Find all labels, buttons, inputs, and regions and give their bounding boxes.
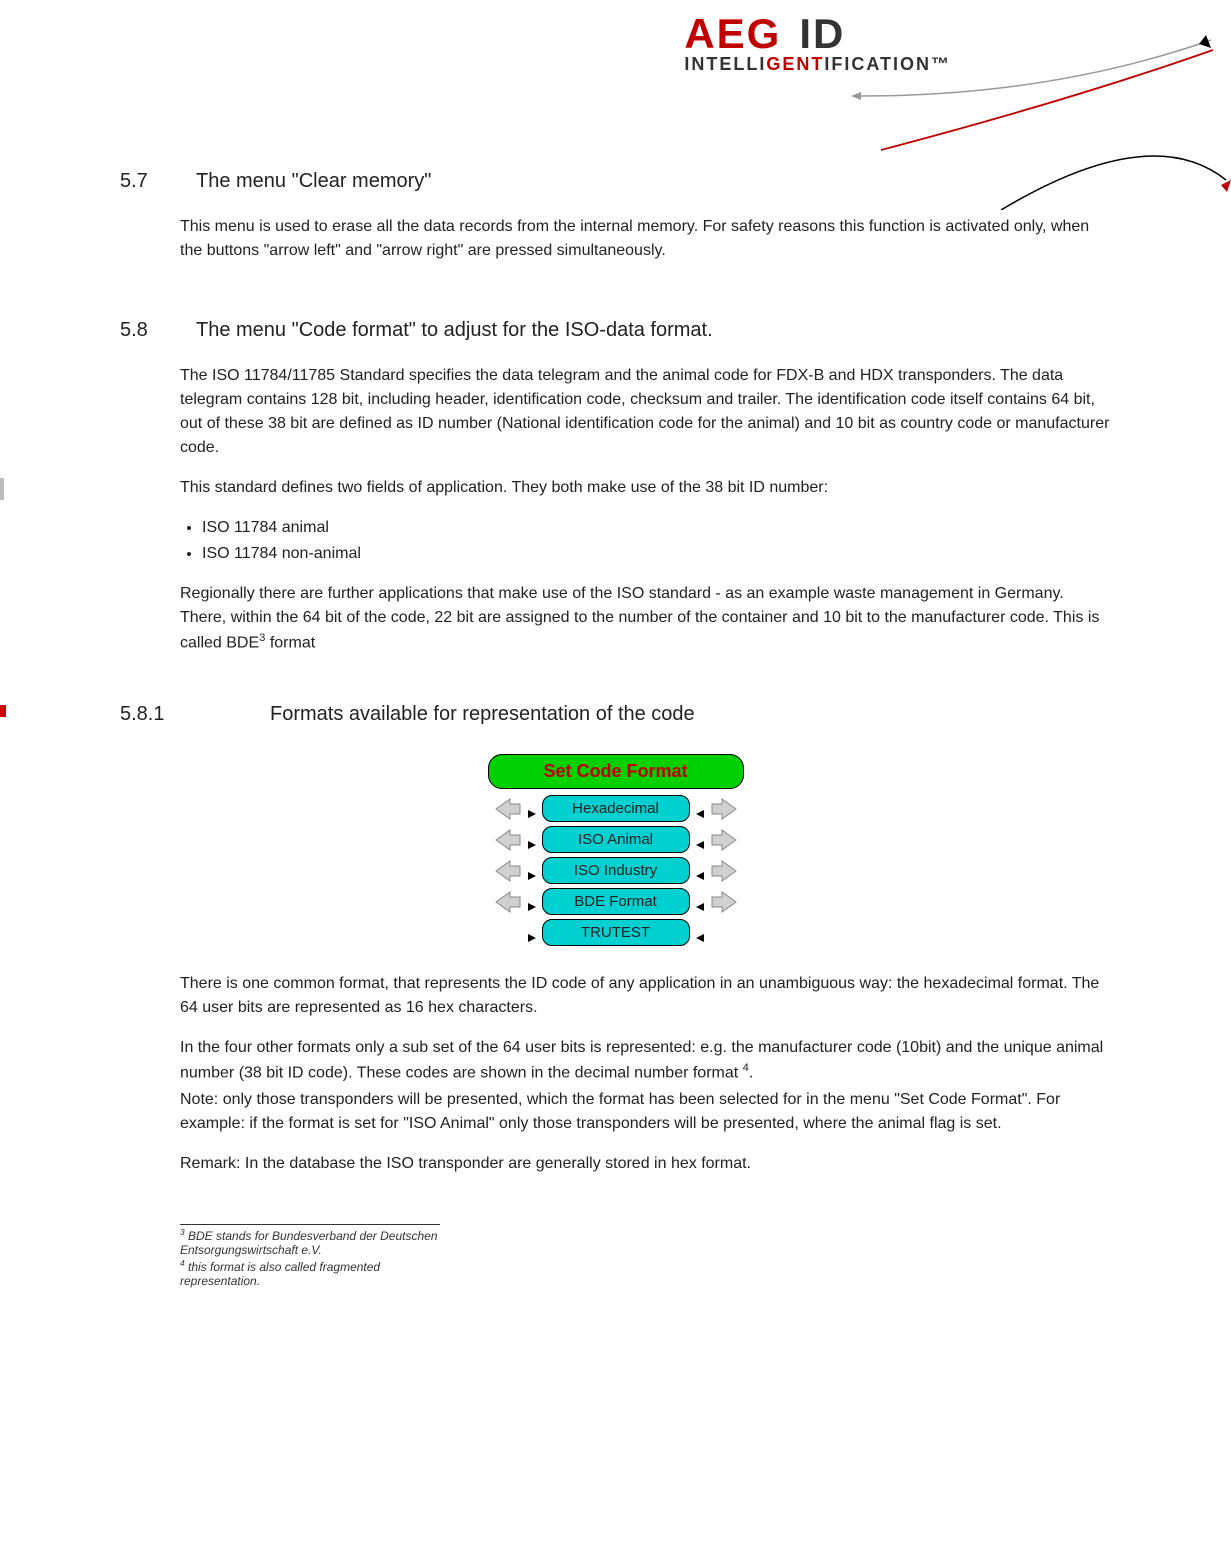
heading-number: 5.8.1	[120, 703, 180, 726]
diagram-row: ISO Animal	[466, 826, 766, 853]
heading-number: 5.7	[120, 170, 170, 193]
logo-brand: AEG	[684, 14, 781, 54]
diagram-row: BDE Format	[466, 888, 766, 915]
heading-title: The menu "Code format" to adjust for the…	[196, 319, 713, 342]
code-format-diagram: Set Code Format Hexadecimal ISO Animal	[466, 754, 766, 946]
diagram-row: ISO Industry	[466, 857, 766, 884]
connector-tick	[528, 898, 536, 906]
bullet-list: ISO 11784 animal ISO 11784 non-animal	[180, 516, 1111, 566]
right-arrow-icon	[710, 827, 740, 853]
paragraph: In the four other formats only a sub set…	[180, 1036, 1111, 1085]
connector-tick	[696, 836, 704, 844]
heading-title: Formats available for representation of …	[270, 703, 695, 726]
heading-5-8-1: 5.8.1 Formats available for representati…	[120, 703, 1111, 726]
connector-tick	[528, 805, 536, 813]
diagram-row: TRUTEST	[466, 919, 766, 946]
diagram-header: Set Code Format	[488, 754, 744, 789]
paragraph: There is one common format, that represe…	[180, 972, 1111, 1020]
left-arrow-icon	[492, 827, 522, 853]
diagram-option: TRUTEST	[542, 919, 690, 946]
margin-mark	[0, 478, 4, 500]
list-item: ISO 11784 animal	[202, 516, 1111, 540]
diagram-option: BDE Format	[542, 888, 690, 915]
logo-id: ID	[799, 14, 845, 54]
footnote-3: 3 BDE stands for Bundesverband der Deuts…	[180, 1227, 440, 1257]
paragraph: This standard defines two fields of appl…	[180, 476, 1111, 500]
paragraph: The ISO 11784/11785 Standard specifies t…	[180, 364, 1111, 460]
paragraph: This menu is used to erase all the data …	[180, 215, 1111, 263]
decorative-swoosh	[851, 30, 1231, 210]
connector-tick	[696, 898, 704, 906]
heading-5-8: 5.8 The menu "Code format" to adjust for…	[120, 319, 1111, 342]
paragraph: Note: only those transponders will be pr…	[180, 1088, 1111, 1136]
diagram-option: ISO Industry	[542, 857, 690, 884]
list-item: ISO 11784 non-animal	[202, 542, 1111, 566]
right-arrow-icon	[710, 889, 740, 915]
section-5-8-1: 5.8.1 Formats available for representati…	[120, 703, 1111, 1175]
right-arrow-icon	[710, 858, 740, 884]
left-arrow-icon	[492, 858, 522, 884]
diagram-row: Hexadecimal	[466, 795, 766, 822]
connector-tick	[696, 867, 704, 875]
right-arrow-icon	[710, 796, 740, 822]
connector-tick	[528, 836, 536, 844]
section-5-8: 5.8 The menu "Code format" to adjust for…	[120, 319, 1111, 655]
heading-number: 5.8	[120, 319, 170, 342]
footnote-4: 4 this format is also called fragmented …	[180, 1258, 440, 1288]
connector-tick	[528, 929, 536, 937]
paragraph: Regionally there are further application…	[180, 582, 1111, 655]
connector-tick	[696, 805, 704, 813]
left-arrow-icon	[492, 796, 522, 822]
connector-tick	[528, 867, 536, 875]
diagram-option: ISO Animal	[542, 826, 690, 853]
footnotes: 3 BDE stands for Bundesverband der Deuts…	[180, 1224, 440, 1288]
heading-title: The menu "Clear memory"	[196, 170, 431, 193]
diagram-option: Hexadecimal	[542, 795, 690, 822]
paragraph: Remark: In the database the ISO transpon…	[180, 1152, 1111, 1176]
margin-mark-red	[0, 705, 6, 717]
connector-tick	[696, 929, 704, 937]
left-arrow-icon	[492, 889, 522, 915]
